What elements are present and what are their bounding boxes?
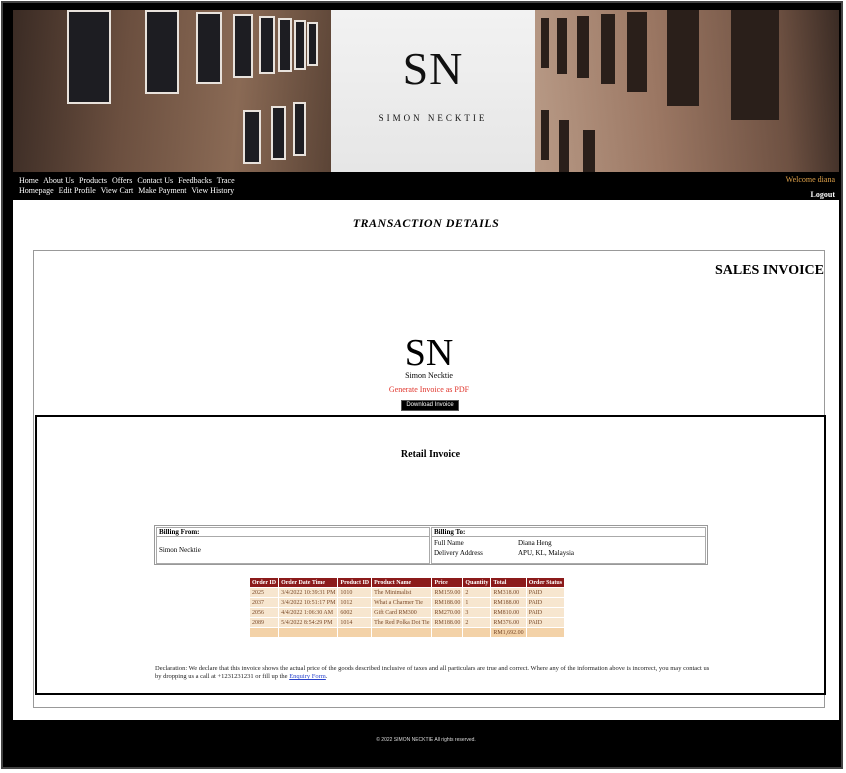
grand-total: RM1,692.00 (490, 627, 527, 638)
cell: RM188.00 (431, 617, 464, 628)
retail-invoice-title: Retail Invoice (400, 449, 461, 460)
copyright-text: © 2022 SIMON NECKTIE All rights reserved… (376, 737, 476, 743)
nav-edit-profile[interactable]: Edit Profile (59, 186, 96, 195)
brand-name: SIMON NECKTIE (378, 113, 488, 123)
col-price: Price (431, 577, 464, 588)
cell: 2025 (248, 587, 280, 598)
invoice-company: Simon Necktie (405, 371, 453, 380)
cell: The Minimalist (371, 587, 433, 598)
enquiry-form-link[interactable]: Enquiry Form (289, 673, 326, 680)
nav-feedbacks[interactable]: Feedbacks (178, 176, 212, 185)
nav-homepage[interactable]: Homepage (19, 186, 54, 195)
cell: Gift Card RM300 (371, 607, 433, 618)
cell: What a Charmer Tie (371, 597, 433, 608)
billing-from: Billing From: Simon Necktie (156, 527, 430, 564)
col-total: Total (490, 577, 527, 588)
cell: PAID (525, 597, 566, 608)
nav-view-history[interactable]: View History (191, 186, 234, 195)
nav-row-user: Homepage Edit Profile View Cart Make Pay… (19, 186, 237, 195)
cell: 1010 (337, 587, 373, 598)
col-order-date: Order Date Time (278, 577, 339, 588)
header-banner: SN SIMON NECKTIE (13, 10, 839, 172)
total-row: RM1,692.00 (248, 627, 566, 638)
page-title: TRANSACTION DETAILS (352, 216, 500, 230)
generate-pdf-label: Generate Invoice as PDF (388, 385, 470, 394)
cell: RM270.00 (431, 607, 464, 618)
cell: 1 (462, 597, 492, 608)
nav-trace[interactable]: Trace (217, 176, 235, 185)
building-left-image (13, 10, 331, 172)
cell: 5/4/2022 8:54:29 PM (278, 617, 339, 628)
cell: 4/4/2022 1:06:30 AM (278, 607, 339, 618)
billing-from-header: Billing From: (157, 528, 429, 537)
billing-from-value: Simon Necktie (159, 546, 201, 554)
billing-to: Billing To: Full Name Diana Heng Deliver… (431, 527, 706, 564)
nav-about[interactable]: About Us (43, 176, 74, 185)
cell: 2 (462, 617, 492, 628)
delivery-address-label: Delivery Address (434, 549, 483, 557)
nav-bar: Home About Us Products Offers Contact Us… (13, 172, 839, 200)
orders-table: Order ID Order Date Time Product ID Prod… (248, 577, 566, 638)
nav-home[interactable]: Home (19, 176, 39, 185)
invoice-logo: SN (404, 332, 454, 374)
nav-offers[interactable]: Offers (112, 176, 132, 185)
full-name-label: Full Name (434, 539, 464, 547)
billing-to-header: Billing To: (432, 528, 705, 537)
nav-view-cart[interactable]: View Cart (101, 186, 134, 195)
table-row: 2025 3/4/2022 10:39:31 PM 1010 The Minim… (248, 587, 566, 598)
cell: RM188.00 (490, 597, 527, 608)
page: SN SIMON NECKTIE Home About Us Products … (13, 10, 839, 760)
col-quantity: Quantity (462, 577, 492, 588)
nav-make-payment[interactable]: Make Payment (138, 186, 186, 195)
cell: The Red Polka Dot Tie (371, 617, 433, 628)
delivery-address-value: APU, KL, Malaysia (518, 549, 574, 557)
cell: 3/4/2022 10:51:17 PM (278, 597, 339, 608)
cell: RM188.00 (431, 597, 464, 608)
invoice-container: SALES INVOICE SN Simon Necktie Generate … (33, 250, 826, 708)
cell: PAID (525, 607, 566, 618)
cell: 3/4/2022 10:39:31 PM (278, 587, 339, 598)
cell: 2037 (248, 597, 280, 608)
cell: 1012 (337, 597, 373, 608)
logout-link[interactable]: Logout (811, 190, 835, 199)
nav-products[interactable]: Products (79, 176, 107, 185)
welcome-text: Welcome diana (785, 175, 835, 184)
browser-frame: SN SIMON NECKTIE Home About Us Products … (3, 3, 841, 767)
col-product-id: Product ID (337, 577, 373, 588)
sales-invoice-heading: SALES INVOICE (714, 263, 824, 278)
cell: 3 (462, 607, 492, 618)
billing-table: Billing From: Simon Necktie Billing To: … (154, 525, 708, 565)
table-row: 2056 4/4/2022 1:06:30 AM 6002 Gift Card … (248, 607, 566, 618)
cell: RM318.00 (490, 587, 527, 598)
nav-row-main: Home About Us Products Offers Contact Us… (19, 176, 238, 185)
cell: RM810.00 (490, 607, 527, 618)
full-name-value: Diana Heng (518, 539, 552, 547)
cell: 1014 (337, 617, 373, 628)
cell: 2 (462, 587, 492, 598)
building-right-image (535, 10, 839, 172)
brand-logo: SN (402, 43, 464, 94)
declaration-text: Declaration: We declare that this invoic… (155, 665, 715, 681)
download-invoice-button[interactable]: Download Invoice (401, 400, 459, 411)
cell: RM159.00 (431, 587, 464, 598)
cell: 6002 (337, 607, 373, 618)
declaration-end: . (325, 673, 328, 680)
retail-invoice-box: Retail Invoice Billing From: Simon Neckt… (35, 415, 826, 695)
col-product-name: Product Name (371, 577, 433, 588)
col-order-status: Order Status (525, 577, 566, 588)
cell: PAID (525, 587, 566, 598)
cell: PAID (525, 617, 566, 628)
footer: © 2022 SIMON NECKTIE All rights reserved… (13, 720, 839, 760)
cell: 2056 (248, 607, 280, 618)
nav-contact[interactable]: Contact Us (137, 176, 173, 185)
cell: RM376.00 (490, 617, 527, 628)
declaration-body: Declaration: We declare that this invoic… (155, 665, 710, 680)
orders-header-row: Order ID Order Date Time Product ID Prod… (248, 577, 566, 588)
table-row: 2089 5/4/2022 8:54:29 PM 1014 The Red Po… (248, 617, 566, 628)
col-order-id: Order ID (248, 577, 280, 588)
table-row: 2037 3/4/2022 10:51:17 PM 1012 What a Ch… (248, 597, 566, 608)
cell: 2089 (248, 617, 280, 628)
